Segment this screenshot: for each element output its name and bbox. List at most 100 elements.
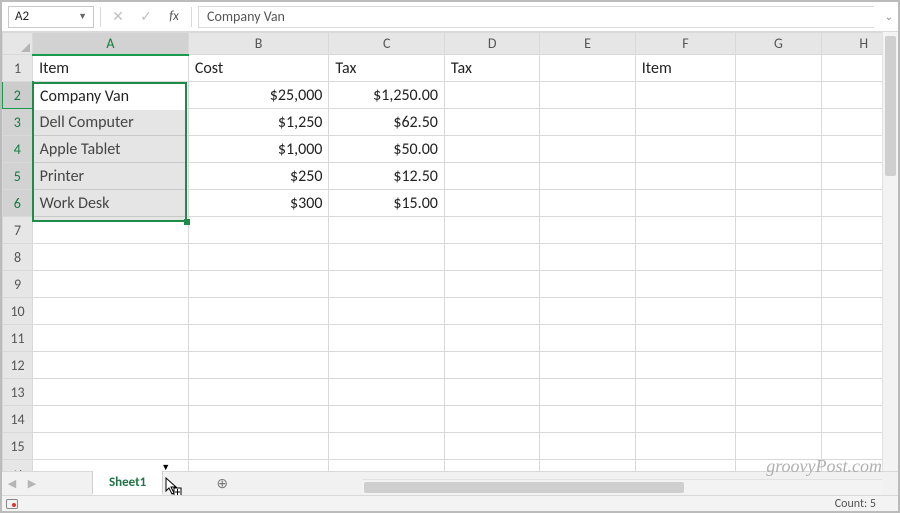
cell[interactable] (540, 82, 635, 109)
cell[interactable] (540, 298, 635, 325)
cell[interactable] (329, 433, 445, 460)
cell[interactable] (188, 379, 329, 406)
cell[interactable] (444, 217, 539, 244)
cell[interactable] (736, 190, 821, 217)
cell[interactable]: $15.00 (329, 190, 445, 217)
cell[interactable] (540, 55, 635, 82)
cell[interactable] (188, 433, 329, 460)
row-header-3[interactable]: 3 (3, 109, 33, 136)
cell[interactable] (736, 244, 821, 271)
row-header-2[interactable]: 2 (3, 82, 33, 109)
chevron-down-icon[interactable]: ▼ (78, 11, 87, 22)
cell[interactable]: $300 (188, 190, 329, 217)
cell[interactable]: Item (635, 55, 735, 82)
row-header-10[interactable]: 10 (3, 298, 33, 325)
horizontal-scrollbar[interactable] (362, 479, 882, 495)
cell[interactable] (635, 433, 735, 460)
cell[interactable] (444, 163, 539, 190)
cell[interactable] (33, 244, 189, 271)
cell[interactable] (736, 271, 821, 298)
col-header-B[interactable]: B (188, 33, 329, 55)
row-header-4[interactable]: 4 (3, 136, 33, 163)
cell[interactable] (635, 109, 735, 136)
row-header-8[interactable]: 8 (3, 244, 33, 271)
cell[interactable] (635, 244, 735, 271)
cell[interactable] (188, 298, 329, 325)
cell[interactable]: $12.50 (329, 163, 445, 190)
cell[interactable] (444, 433, 539, 460)
col-header-C[interactable]: C (329, 33, 445, 55)
formula-bar-expand-icon[interactable]: ⌄ (880, 10, 898, 23)
cell[interactable] (33, 379, 189, 406)
row-header-15[interactable]: 15 (3, 433, 33, 460)
scroll-thumb[interactable] (885, 36, 896, 176)
cell[interactable] (33, 352, 189, 379)
row-header-1[interactable]: 1 (3, 55, 33, 82)
cell[interactable] (736, 217, 821, 244)
cell[interactable]: $25,000 (188, 82, 329, 109)
col-header-F[interactable]: F (635, 33, 735, 55)
cell[interactable] (329, 271, 445, 298)
cell[interactable] (540, 136, 635, 163)
formula-input[interactable]: Company Van (198, 6, 874, 28)
enter-icon[interactable]: ✓ (135, 6, 157, 28)
cell[interactable] (540, 325, 635, 352)
cell[interactable] (444, 244, 539, 271)
row-header-12[interactable]: 12 (3, 352, 33, 379)
col-header-E[interactable]: E (540, 33, 635, 55)
cell[interactable] (444, 406, 539, 433)
cell[interactable]: Printer (33, 163, 189, 190)
cell[interactable]: Apple Tablet (33, 136, 189, 163)
cell[interactable]: $1,250 (188, 109, 329, 136)
tab-nav-next-icon[interactable]: ▶ (22, 472, 42, 495)
cell[interactable]: Item (33, 55, 189, 82)
cell[interactable] (444, 82, 539, 109)
cell[interactable]: $50.00 (329, 136, 445, 163)
cell[interactable] (635, 271, 735, 298)
grid[interactable]: A B C D E F G H 1 Item Cost Tax Tax Item… (2, 32, 898, 479)
cell[interactable] (635, 406, 735, 433)
cell[interactable] (635, 298, 735, 325)
cell[interactable] (635, 163, 735, 190)
cell[interactable] (736, 406, 821, 433)
tab-nav-prev-icon[interactable]: ◀ (2, 472, 22, 495)
cell[interactable] (736, 298, 821, 325)
row-header-13[interactable]: 13 (3, 379, 33, 406)
cell[interactable] (736, 55, 821, 82)
cell[interactable] (540, 190, 635, 217)
cell[interactable] (329, 217, 445, 244)
cell[interactable]: Tax (444, 55, 539, 82)
cell[interactable] (540, 406, 635, 433)
col-header-A[interactable]: A (33, 33, 189, 55)
row-header-9[interactable]: 9 (3, 271, 33, 298)
cell[interactable] (329, 244, 445, 271)
cell[interactable] (736, 433, 821, 460)
row-header-14[interactable]: 14 (3, 406, 33, 433)
cell[interactable] (33, 406, 189, 433)
cell[interactable]: Company Van (33, 82, 189, 109)
cell[interactable]: Work Desk (33, 190, 189, 217)
cell[interactable] (540, 244, 635, 271)
cell[interactable] (188, 271, 329, 298)
cell[interactable] (635, 190, 735, 217)
cell[interactable] (736, 325, 821, 352)
cell[interactable] (540, 163, 635, 190)
row-header-5[interactable]: 5 (3, 163, 33, 190)
cell[interactable]: $1,000 (188, 136, 329, 163)
cell[interactable] (444, 325, 539, 352)
cell[interactable]: $62.50 (329, 109, 445, 136)
cell[interactable] (188, 352, 329, 379)
cell[interactable] (540, 433, 635, 460)
scroll-thumb[interactable] (364, 482, 684, 493)
cell[interactable] (188, 406, 329, 433)
cell[interactable] (635, 82, 735, 109)
cell[interactable] (444, 271, 539, 298)
macro-record-icon[interactable] (6, 499, 18, 509)
cell[interactable]: $1,250.00 (329, 82, 445, 109)
cell[interactable] (33, 298, 189, 325)
row-header-7[interactable]: 7 (3, 217, 33, 244)
cell[interactable] (329, 379, 445, 406)
cell[interactable] (736, 352, 821, 379)
cell[interactable] (188, 325, 329, 352)
sheet-tab[interactable]: Sheet1 (92, 471, 163, 495)
